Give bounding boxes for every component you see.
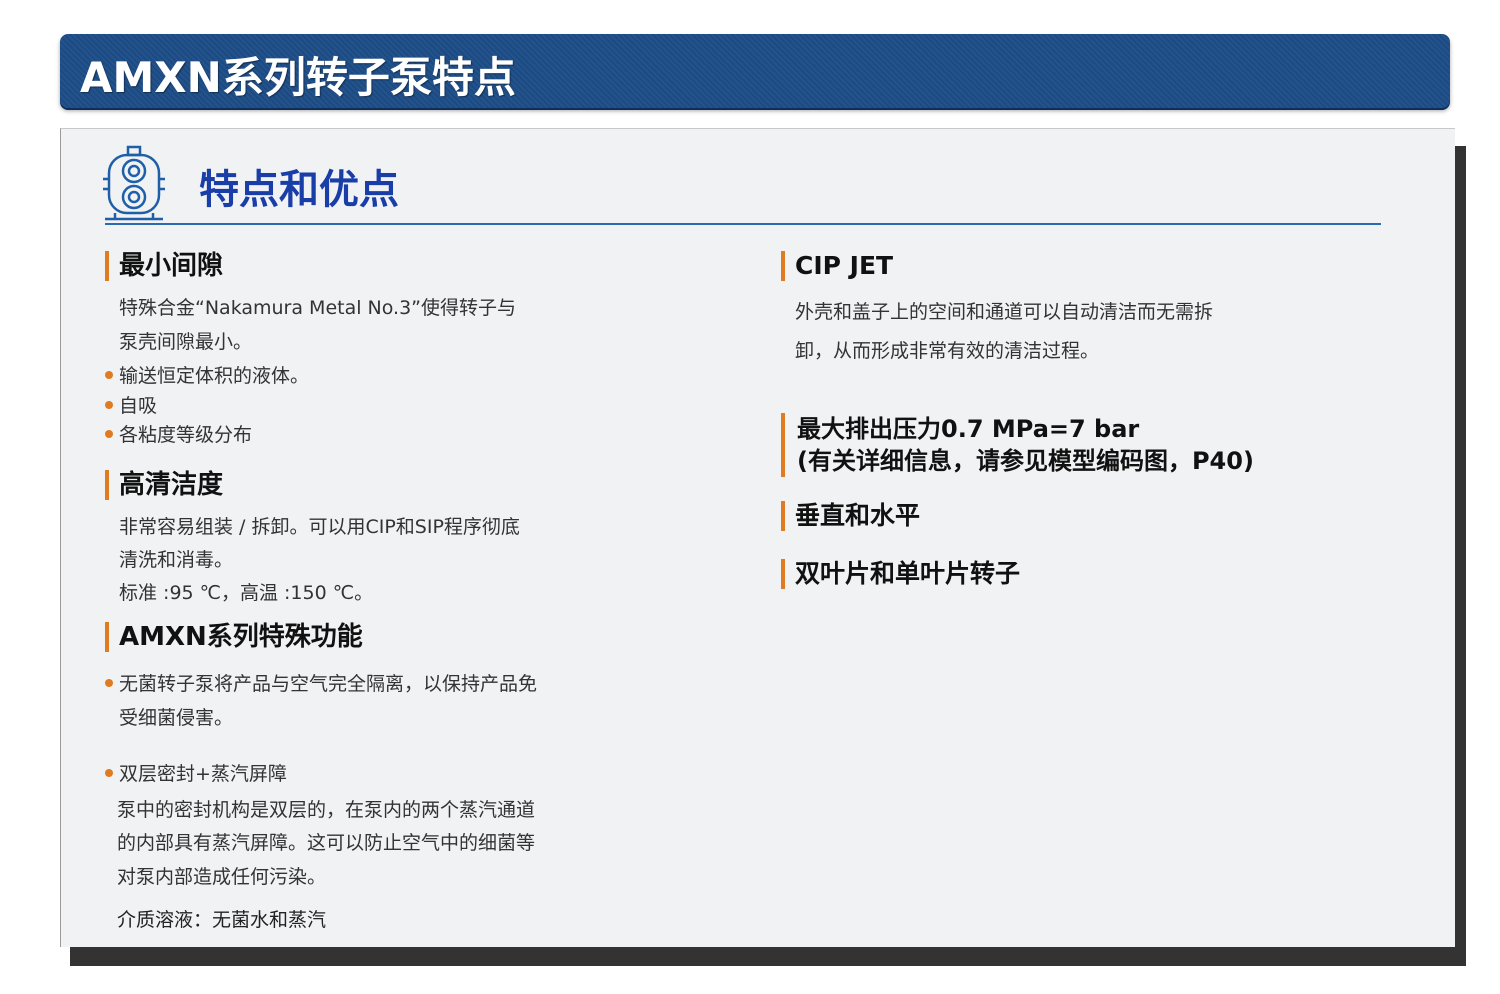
list-item: 输送恒定体积的液体。 xyxy=(105,361,309,391)
heading-min-clearance: 最小间隙 xyxy=(105,251,223,281)
special-line-3: 对泵内部造成任何污染。 xyxy=(117,866,327,888)
section-title: 特点和优点 xyxy=(199,167,399,213)
bullet-dot-icon xyxy=(105,768,113,777)
list-item: 自吸 xyxy=(105,391,157,421)
heading-orientation: 垂直和水平 xyxy=(781,501,920,531)
cip-line-1: 外壳和盖子上的空间和通道可以自动清洁而无需拆 xyxy=(795,301,1214,323)
list-item: 无菌转子泵将产品与空气完全隔离，以保持产品免 xyxy=(105,669,537,699)
heading-cleanliness: 高清洁度 xyxy=(105,470,223,500)
bullet-dot-icon xyxy=(105,400,113,409)
list-item: 各粘度等级分布 xyxy=(105,420,252,450)
max-pressure-line-1: 最大排出压力0.7 MPa=7 bar xyxy=(797,415,1140,443)
bullet-dot-icon xyxy=(105,678,113,687)
min-clearance-line-1: 特殊合金“Nakamura Metal No.3”使得转子与 xyxy=(119,297,517,319)
special-line-1: 泵中的密封机构是双层的，在泵内的两个蒸汽通道 xyxy=(117,799,536,821)
special-bullet1-line-2: 受细菌侵害。 xyxy=(119,707,234,729)
cip-line-2: 卸，从而形成非常有效的清洁过程。 xyxy=(795,340,1100,362)
min-clearance-line-2: 泵壳间隙最小。 xyxy=(119,331,253,353)
content-card: 特点和优点 最小间隙 特殊合金“Nakamura Metal No.3”使得转子… xyxy=(60,128,1455,947)
cleanliness-line-2: 清洗和消毒。 xyxy=(119,549,234,571)
title-banner: AMXN系列转子泵特点 xyxy=(60,34,1450,108)
heading-special-features: AMXN系列特殊功能 xyxy=(105,622,363,652)
heading-cip-jet: CIP JET xyxy=(781,251,893,281)
max-pressure-block: 最大排出压力0.7 MPa=7 bar (有关详细信息，请参见模型编码图，P40… xyxy=(781,413,1254,477)
bullet-dot-icon xyxy=(105,429,113,438)
max-pressure-line-2: (有关详细信息，请参见模型编码图，P40) xyxy=(797,447,1254,475)
special-line-2: 的内部具有蒸汽屏障。这可以防止空气中的细菌等 xyxy=(117,832,536,854)
cleanliness-line-1: 非常容易组装 / 拆卸。可以用CIP和SIP程序彻底 xyxy=(119,516,520,538)
page-title: AMXN系列转子泵特点 xyxy=(80,53,516,102)
media-note: 介质溶液：无菌水和蒸汽 xyxy=(117,909,327,931)
cleanliness-temperature: 标准 :95 ℃，高温 :150 ℃。 xyxy=(119,582,374,604)
bullet-dot-icon xyxy=(105,370,113,379)
rotary-pump-icon xyxy=(103,145,165,221)
title-divider xyxy=(105,223,1381,225)
heading-rotor: 双叶片和单叶片转子 xyxy=(781,559,1020,589)
list-item: 双层密封+蒸汽屏障 xyxy=(105,759,287,789)
